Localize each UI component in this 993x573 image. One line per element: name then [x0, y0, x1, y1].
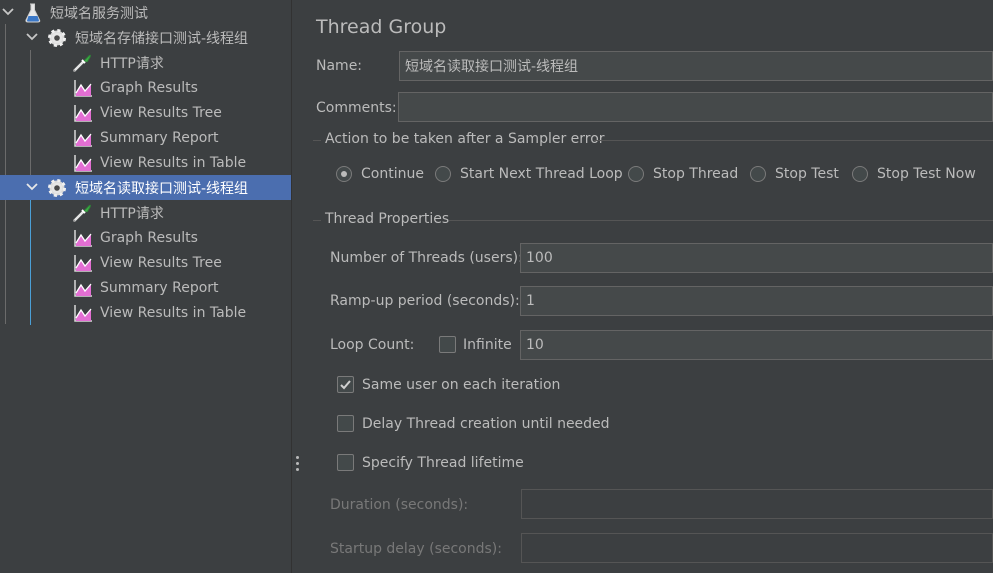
radio-stop-test-now[interactable]: [852, 166, 868, 182]
chevron-down-icon[interactable]: [0, 4, 16, 20]
thread-group-gear-icon: [46, 177, 68, 199]
tree-item-label: HTTP请求: [100, 55, 164, 72]
action-section-title: Action to be taken after a Sampler error: [325, 131, 605, 147]
chevron-down-icon[interactable]: [24, 29, 40, 45]
tree-item-http-sampler[interactable]: HTTP请求: [0, 200, 291, 225]
radio-continue-label: Continue: [361, 166, 424, 182]
radio-stop-thread[interactable]: [628, 166, 644, 182]
tree-item-label: 短域名存储接口测试-线程组: [75, 30, 249, 47]
section-divider: [594, 140, 993, 141]
tree-item-thread-group-selected[interactable]: 短域名读取接口测试-线程组: [0, 175, 291, 200]
tree-item-graph-results[interactable]: Graph Results: [0, 225, 291, 250]
tree-item-view-results-tree[interactable]: View Results Tree: [0, 100, 291, 125]
http-sampler-pipette-icon: [71, 52, 93, 74]
thread-properties-title: Thread Properties: [325, 211, 450, 227]
tree-item-label: Summary Report: [100, 279, 219, 296]
check-icon: [340, 380, 351, 390]
tree-item-view-results-table[interactable]: View Results in Table: [0, 150, 291, 175]
radio-stop-thread-label: Stop Thread: [653, 166, 739, 182]
radio-stop-test-now-label: Stop Test Now: [877, 166, 976, 182]
tree-item-label: 短域名读取接口测试-线程组: [75, 180, 249, 197]
loop-count-label: Loop Count:: [330, 337, 415, 353]
tree-item-label: Graph Results: [100, 79, 198, 96]
tree-item-http-sampler[interactable]: HTTP请求: [0, 50, 291, 75]
tree-item-view-results-tree[interactable]: View Results Tree: [0, 250, 291, 275]
test-plan-tree: 短域名服务测试 短域名存储接口测试-线程组 HTTP请求 Graph Resul…: [0, 0, 291, 573]
radio-start-next-thread-loop[interactable]: [435, 166, 451, 182]
listener-chart-icon: [72, 102, 94, 124]
tree-item-summary-report[interactable]: Summary Report: [0, 125, 291, 150]
infinite-checkbox[interactable]: [439, 336, 456, 353]
rampup-field[interactable]: 1: [520, 286, 993, 316]
section-divider: [313, 220, 321, 221]
threads-label: Number of Threads (users):: [330, 250, 523, 266]
page-title: Thread Group: [316, 16, 447, 38]
tree-item-test-plan[interactable]: 短域名服务测试: [0, 0, 291, 25]
rampup-label: Ramp-up period (seconds):: [330, 293, 520, 309]
drag-handle-icon[interactable]: [296, 456, 299, 472]
listener-chart-icon: [72, 277, 94, 299]
http-sampler-pipette-icon: [71, 202, 93, 224]
tree-item-label: View Results in Table: [100, 154, 247, 171]
tree-item-view-results-table[interactable]: View Results in Table: [0, 300, 291, 325]
tree-item-label: Summary Report: [100, 129, 219, 146]
tree-item-label: View Results Tree: [100, 104, 222, 121]
test-plan-flask-icon: [22, 2, 44, 24]
threads-field[interactable]: 100: [520, 243, 993, 273]
tree-item-graph-results[interactable]: Graph Results: [0, 75, 291, 100]
radio-stop-test[interactable]: [750, 166, 766, 182]
tree-item-label: Graph Results: [100, 229, 198, 246]
section-divider: [449, 220, 993, 221]
duration-field: [521, 489, 993, 519]
listener-chart-icon: [72, 152, 94, 174]
thread-group-panel: Thread Group Name: 短域名读取接口测试-线程组 Comment…: [304, 0, 993, 573]
chevron-down-icon[interactable]: [24, 179, 40, 195]
tree-item-label: 短域名服务测试: [50, 5, 148, 22]
specify-thread-lifetime-label: Specify Thread lifetime: [362, 455, 524, 471]
radio-continue[interactable]: [336, 166, 352, 182]
thread-group-gear-icon: [46, 27, 68, 49]
duration-label: Duration (seconds):: [330, 497, 469, 513]
specify-thread-lifetime-checkbox[interactable]: [337, 454, 354, 471]
startup-delay-label: Startup delay (seconds):: [330, 541, 502, 557]
radio-stop-test-label: Stop Test: [775, 166, 839, 182]
name-label: Name:: [316, 58, 363, 74]
radio-start-next-thread-loop-label: Start Next Thread Loop: [460, 166, 623, 182]
comments-field[interactable]: [398, 92, 993, 122]
comments-label: Comments:: [316, 100, 397, 116]
name-field[interactable]: 短域名读取接口测试-线程组: [399, 51, 993, 81]
tree-item-label: HTTP请求: [100, 205, 164, 222]
listener-chart-icon: [72, 127, 94, 149]
listener-chart-icon: [72, 77, 94, 99]
same-user-label: Same user on each iteration: [362, 377, 561, 393]
startup-delay-field: [521, 533, 993, 563]
panel-splitter[interactable]: [291, 0, 304, 573]
listener-chart-icon: [72, 302, 94, 324]
infinite-label: Infinite: [463, 337, 512, 353]
delay-thread-creation-checkbox[interactable]: [337, 415, 354, 432]
delay-thread-creation-label: Delay Thread creation until needed: [362, 416, 610, 432]
listener-chart-icon: [72, 227, 94, 249]
section-divider: [313, 140, 321, 141]
tree-item-thread-group[interactable]: 短域名存储接口测试-线程组: [0, 25, 291, 50]
tree-item-label: View Results Tree: [100, 254, 222, 271]
listener-chart-icon: [72, 252, 94, 274]
tree-item-label: View Results in Table: [100, 304, 247, 321]
same-user-checkbox[interactable]: [337, 376, 354, 393]
tree-item-summary-report[interactable]: Summary Report: [0, 275, 291, 300]
loop-count-field[interactable]: 10: [520, 330, 993, 360]
